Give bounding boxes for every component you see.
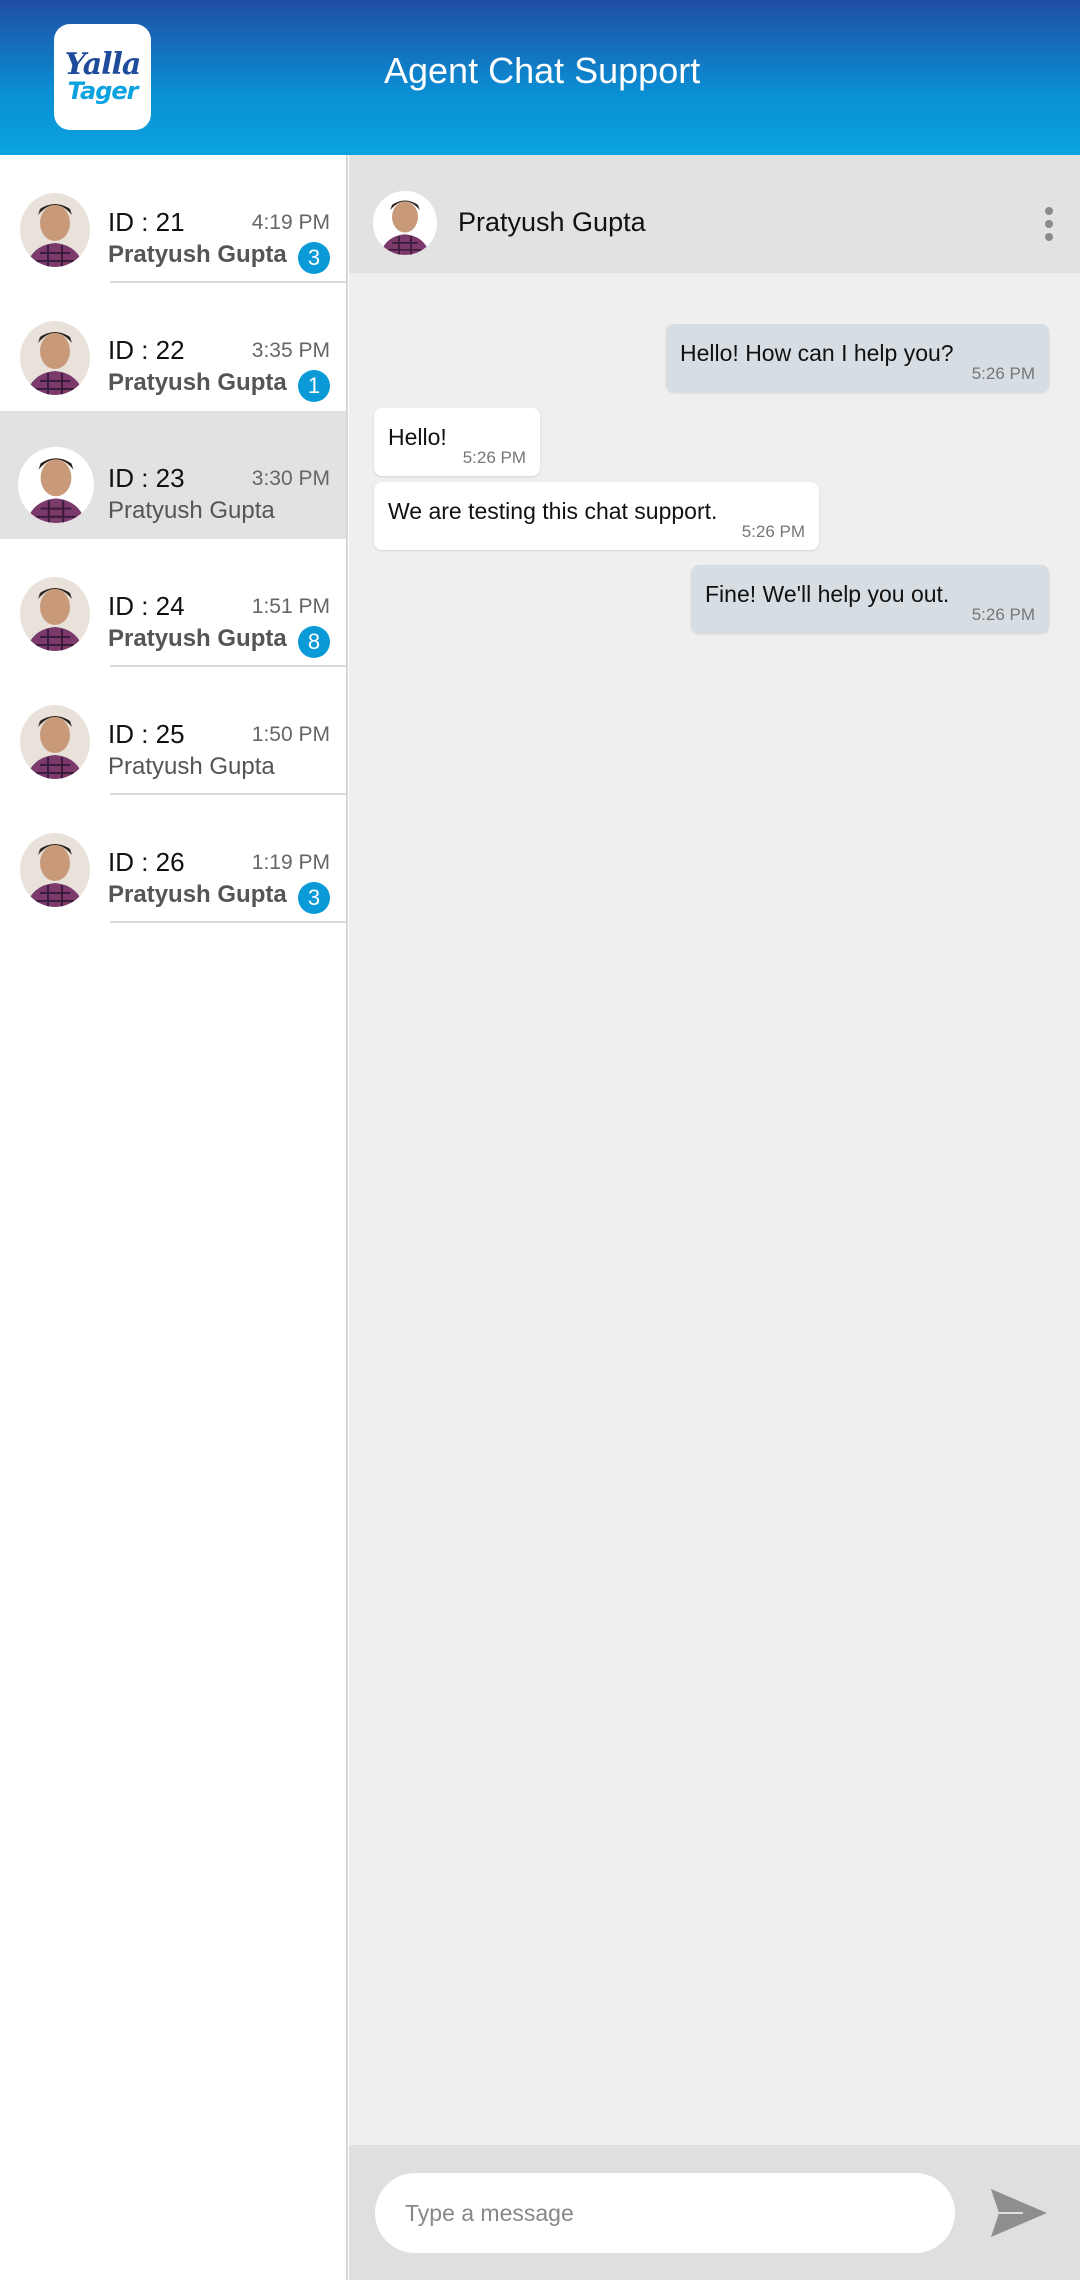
chat-pane: Pratyush Gupta Hello! How can I help you… — [349, 155, 1080, 2280]
conversation-item[interactable]: ID : 22 3:35 PM Pratyush Gupta 1 — [0, 283, 346, 411]
logo-text-tager: Tager — [67, 77, 138, 105]
conversation-id: ID : 22 — [108, 335, 185, 365]
message-time: 5:26 PM — [971, 605, 1035, 624]
message-bubble-outgoing: Fine! We'll help you out. 5:26 PM — [691, 565, 1049, 633]
unread-badge: 3 — [298, 242, 330, 274]
conversation-time: 1:19 PM — [251, 851, 330, 874]
message-text: We are testing this chat support. — [388, 498, 718, 524]
conversation-item[interactable]: ID : 21 4:19 PM Pratyush Gupta 3 — [0, 155, 346, 283]
app-header: Yalla Tager Agent Chat Support — [0, 0, 1080, 155]
conversation-time: 4:19 PM — [251, 211, 330, 234]
conversation-item[interactable]: ID : 26 1:19 PM Pratyush Gupta 3 — [0, 795, 346, 923]
conversation-item-active[interactable]: ID : 23 3:30 PM Pratyush Gupta — [0, 411, 346, 539]
contact-avatar[interactable] — [373, 191, 437, 255]
conversation-item[interactable]: ID : 25 1:50 PM Pratyush Gupta — [0, 667, 346, 795]
message-text: Hello! How can I help you? — [680, 340, 954, 366]
message-text: Hello! — [388, 424, 447, 450]
conversation-list: ID : 21 4:19 PM Pratyush Gupta 3 ID : 22… — [0, 155, 348, 2280]
avatar — [20, 321, 90, 395]
avatar — [18, 447, 94, 523]
message-input[interactable] — [375, 2173, 955, 2253]
conversation-name: Pratyush Gupta — [108, 497, 275, 524]
message-composer — [349, 2145, 1080, 2280]
app-root: Yalla Tager Agent Chat Support ID : 21 4… — [0, 0, 1080, 2280]
message-bubble-incoming: Hello! 5:26 PM — [374, 408, 540, 476]
message-text: Fine! We'll help you out. — [705, 581, 950, 607]
chat-header: Pratyush Gupta — [349, 155, 1080, 273]
unread-badge: 1 — [298, 370, 330, 402]
conversation-name: Pratyush Gupta — [108, 369, 287, 396]
conversation-id: ID : 24 — [108, 591, 185, 621]
avatar — [20, 833, 90, 907]
unread-badge: 3 — [298, 882, 330, 914]
conversation-time: 1:51 PM — [251, 595, 330, 618]
unread-badge: 8 — [298, 626, 330, 658]
conversation-time: 1:50 PM — [251, 723, 330, 746]
conversation-item[interactable]: ID : 24 1:51 PM Pratyush Gupta 8 — [0, 539, 346, 667]
conversation-name: Pratyush Gupta — [108, 881, 287, 908]
more-vertical-icon[interactable] — [1044, 207, 1054, 241]
logo-text-yalla: Yalla — [64, 47, 142, 82]
message-bubble-outgoing: Hello! How can I help you? 5:26 PM — [666, 324, 1049, 392]
message-time: 5:26 PM — [462, 448, 526, 467]
message-bubble-incoming: We are testing this chat support. 5:26 P… — [374, 482, 819, 550]
divider — [110, 921, 346, 923]
avatar — [20, 193, 90, 267]
yalla-tager-logo: Yalla Tager — [54, 24, 151, 130]
message-time: 5:26 PM — [741, 522, 805, 541]
conversation-time: 3:30 PM — [251, 467, 330, 490]
avatar — [20, 705, 90, 779]
conversation-name: Pratyush Gupta — [108, 625, 287, 652]
conversation-id: ID : 26 — [108, 847, 185, 877]
conversation-name: Pratyush Gupta — [108, 753, 275, 780]
contact-name: Pratyush Gupta — [458, 207, 646, 237]
page-title: Agent Chat Support — [384, 50, 701, 91]
conversation-id: ID : 25 — [108, 719, 185, 749]
conversation-id: ID : 21 — [108, 207, 185, 237]
conversation-time: 3:35 PM — [251, 339, 330, 362]
conversation-id: ID : 23 — [108, 463, 185, 493]
message-time: 5:26 PM — [971, 364, 1035, 383]
send-icon[interactable] — [989, 2187, 1049, 2239]
avatar — [20, 577, 90, 651]
conversation-name: Pratyush Gupta — [108, 241, 287, 268]
